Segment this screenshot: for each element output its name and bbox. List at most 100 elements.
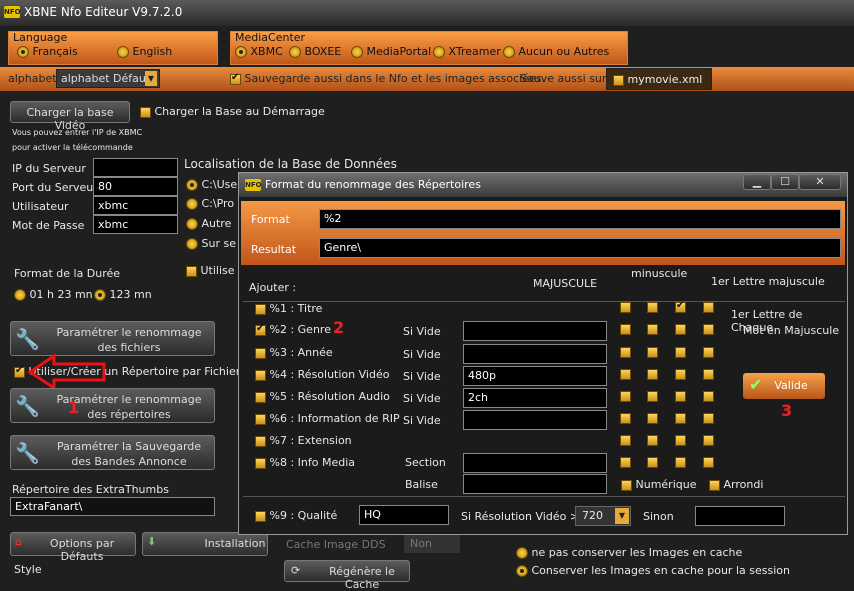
balise-input[interactable] (463, 474, 607, 494)
valide-button[interactable]: ✔ Valide (743, 373, 825, 399)
case-checkbox[interactable] (675, 369, 686, 380)
installation-label: Installation (204, 537, 266, 550)
si-vide-input[interactable] (463, 321, 607, 341)
alphabet-select[interactable]: alphabet Défaut ▼ (56, 69, 160, 88)
case-checkbox[interactable] (703, 302, 714, 313)
radio-loc3[interactable] (186, 218, 198, 230)
case-checkbox[interactable] (703, 435, 714, 446)
resultat-input[interactable]: Genre\ (319, 238, 841, 258)
case-checkbox[interactable] (703, 324, 714, 335)
item-checkbox[interactable] (255, 391, 266, 403)
si-vide-input[interactable] (463, 410, 607, 430)
case-checkbox[interactable] (647, 413, 658, 424)
case-checkbox[interactable] (675, 324, 686, 335)
maximize-button[interactable]: ☐ (771, 174, 799, 190)
case-checkbox[interactable] (620, 457, 631, 468)
mediacenter-group: MediaCenter XBMC BOXEE MediaPortal XTrea… (230, 31, 628, 65)
utilise-checkbox[interactable] (186, 265, 197, 277)
charger-base-button[interactable]: Charger la base Vidéo (10, 101, 130, 132)
radio-loc4[interactable] (186, 238, 198, 250)
case-checkbox[interactable] (703, 369, 714, 380)
case-checkbox[interactable] (647, 347, 658, 358)
case-checkbox[interactable] (675, 300, 686, 313)
extrathumbs-input[interactable]: ExtraFanart\ (10, 497, 215, 516)
radio-boxee[interactable] (289, 46, 301, 58)
item-checkbox[interactable] (255, 347, 266, 359)
case-checkbox[interactable] (647, 457, 658, 468)
section-input[interactable] (463, 453, 607, 473)
renommage-fichiers-button[interactable]: 🔧 Paramétrer le renommage des fichiers (10, 321, 215, 356)
case-checkbox[interactable] (703, 347, 714, 358)
case-checkbox[interactable] (703, 457, 714, 468)
radio-english[interactable] (117, 46, 129, 58)
case-checkbox[interactable] (675, 457, 686, 468)
close-button[interactable]: ✕ (799, 174, 841, 190)
bandes-annonce-button[interactable]: 🔧 Paramétrer la Sauvegarde des Bandes An… (10, 435, 215, 470)
radio-aucun[interactable] (503, 46, 515, 58)
sinon-input[interactable] (695, 506, 785, 526)
item-label: %4 : Résolution Vidéo (269, 368, 390, 381)
minimize-button[interactable]: ▁ (743, 174, 771, 190)
case-checkbox[interactable] (620, 391, 631, 402)
case-checkbox[interactable] (675, 413, 686, 424)
case-checkbox[interactable] (647, 324, 658, 335)
radio-xbmc[interactable] (235, 46, 247, 58)
renommage-repertoires-button[interactable]: 🔧 Paramétrer le renommage des répertoire… (10, 388, 215, 423)
sauvegarde-checkbox[interactable] (230, 72, 241, 85)
radio-mediaportal[interactable] (351, 46, 363, 58)
case-checkbox[interactable] (620, 369, 631, 380)
case-checkbox[interactable] (675, 347, 686, 358)
case-checkbox[interactable] (647, 435, 658, 446)
resolution-select[interactable]: 720 ▼ (575, 506, 631, 526)
si-vide-input[interactable]: 480p (463, 366, 607, 386)
si-vide-input[interactable]: 2ch (463, 388, 607, 408)
radio-cache2[interactable] (516, 565, 528, 577)
si-vide-input[interactable] (463, 344, 607, 364)
case-checkbox[interactable] (620, 347, 631, 358)
case-checkbox[interactable] (620, 435, 631, 446)
radio-loc1[interactable] (186, 179, 198, 191)
case-checkbox[interactable] (620, 413, 631, 424)
qualite-input[interactable]: HQ (359, 505, 449, 525)
radio-loc2[interactable] (186, 198, 198, 210)
case-checkbox[interactable] (675, 435, 686, 446)
case-checkbox[interactable] (647, 302, 658, 313)
user-input[interactable]: xbmc (93, 196, 178, 215)
item-checkbox[interactable] (255, 323, 266, 336)
item-checkbox[interactable] (255, 413, 266, 425)
qualite-checkbox[interactable] (255, 510, 266, 522)
installation-button[interactable]: ⬇ Installation (142, 532, 268, 556)
options-defauts-button[interactable]: ⌂ Options par Défauts (10, 532, 136, 563)
format-input[interactable]: %2 (319, 209, 841, 229)
radio-duree1[interactable] (14, 289, 26, 301)
item-checkbox[interactable] (255, 457, 266, 469)
mymovie-field[interactable]: mymovie.xml (606, 68, 712, 90)
radio-duree2[interactable] (94, 289, 106, 301)
numerique-checkbox[interactable] (621, 479, 632, 491)
radio-francais[interactable] (17, 46, 29, 58)
mymovie-checkbox[interactable] (613, 74, 624, 86)
dialog-title: Format du renommage des Répertoires (265, 178, 481, 191)
charger-demarrage-checkbox[interactable] (140, 106, 151, 118)
cache-dds-select[interactable]: Non (404, 535, 460, 553)
charger-demarrage-label: Charger la Base au Démarrage (154, 105, 325, 118)
item-label: %6 : Information de RIP (269, 412, 400, 425)
item-checkbox[interactable] (255, 369, 266, 381)
case-checkbox[interactable] (620, 302, 631, 313)
item-checkbox[interactable] (255, 303, 266, 315)
utiliser-repertoire-checkbox[interactable] (14, 365, 25, 378)
pwd-input[interactable]: xbmc (93, 215, 178, 234)
case-checkbox[interactable] (620, 324, 631, 335)
case-checkbox[interactable] (647, 391, 658, 402)
case-checkbox[interactable] (647, 369, 658, 380)
port-input[interactable]: 80 (93, 177, 178, 196)
renommage-fichiers-label: Paramétrer le renommage des fichiers (56, 326, 202, 354)
case-checkbox[interactable] (703, 391, 714, 402)
case-checkbox[interactable] (703, 413, 714, 424)
radio-cache1[interactable] (516, 547, 528, 559)
ip-serveur-input[interactable] (93, 158, 178, 177)
case-checkbox[interactable] (675, 391, 686, 402)
radio-xtreamer[interactable] (433, 46, 445, 58)
arrondi-checkbox[interactable] (709, 479, 720, 491)
item-checkbox[interactable] (255, 435, 266, 447)
